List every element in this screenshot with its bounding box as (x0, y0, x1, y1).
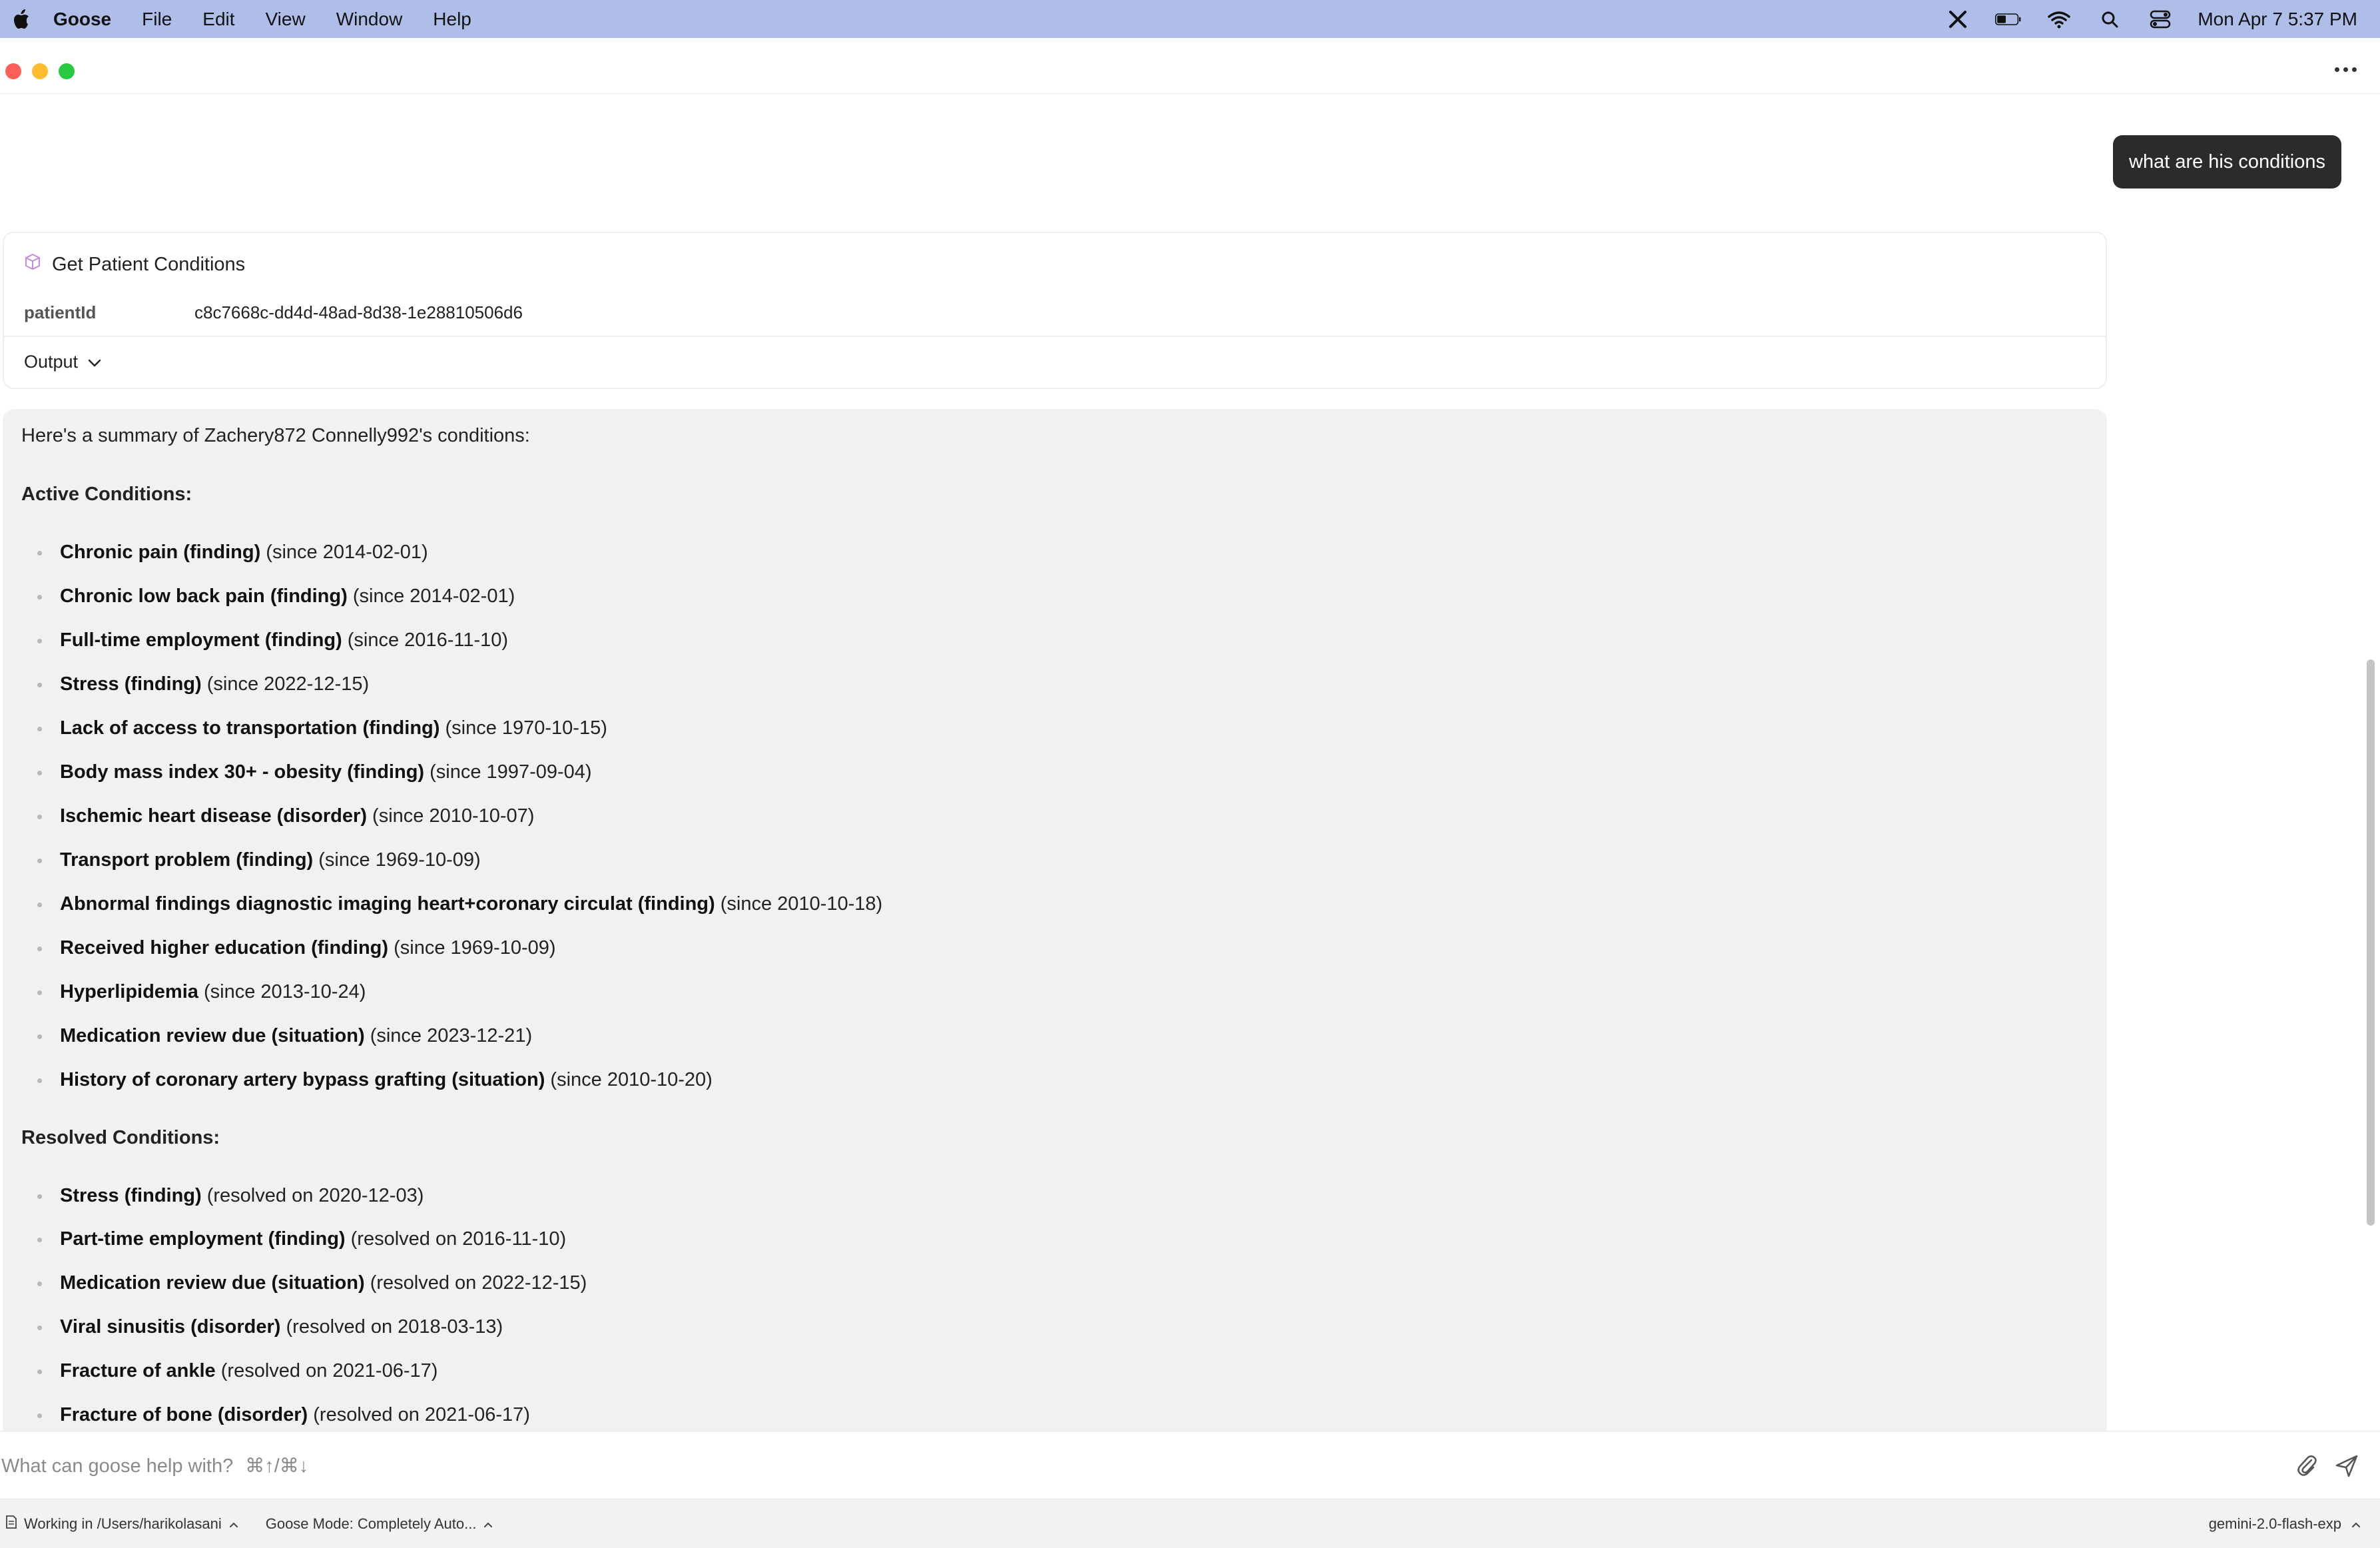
search-icon[interactable] (2096, 6, 2123, 33)
model-selector[interactable]: gemini-2.0-flash-exp (2209, 1499, 2361, 1548)
more-options-icon[interactable] (2329, 59, 2361, 79)
battery-icon[interactable] (1995, 6, 2022, 33)
menu-edit[interactable]: Edit (202, 9, 234, 30)
goose-mode-selector[interactable]: Goose Mode: Completely Auto... (266, 1515, 494, 1533)
list-item: Transport problem (finding) (since 1969-… (37, 849, 481, 871)
list-item: Chronic pain (finding) (since 2014-02-01… (37, 542, 428, 564)
send-icon[interactable] (2332, 1451, 2361, 1481)
list-item: Hyperlipidemia (since 2013-10-24) (37, 981, 366, 1003)
chevron-up-icon (228, 1515, 239, 1533)
list-item: Medication review due (situation) (resol… (37, 1272, 587, 1294)
window-titlebar (0, 38, 2380, 94)
close-window-button[interactable] (5, 63, 21, 79)
tool-divider (4, 336, 2106, 337)
chat-scrollbar[interactable] (2367, 659, 2375, 1226)
list-item: Fracture of bone (disorder) (resolved on… (37, 1404, 530, 1426)
tool-output-toggle[interactable]: Output (24, 352, 102, 372)
list-item: Abnormal findings diagnostic imaging hea… (37, 893, 882, 915)
response-intro: Here's a summary of Zachery872 Connelly9… (21, 425, 530, 446)
chevron-up-icon (483, 1515, 493, 1533)
menu-bar: Goose File Edit View Window Help Mon Apr… (0, 0, 2380, 38)
tool-param-key: patientId (24, 302, 97, 322)
list-item: Stress (finding) (since 2022-12-15) (37, 673, 369, 695)
goose-mode-label: Goose Mode: Completely Auto... (265, 1515, 477, 1532)
menu-view[interactable]: View (266, 9, 306, 30)
list-item: Body mass index 30+ - obesity (finding) … (37, 761, 592, 783)
menu-app-name[interactable]: Goose (53, 9, 111, 30)
working-directory-label: Working in /Users/harikolasani (24, 1515, 222, 1532)
list-item: Chronic low back pain (finding) (since 2… (37, 585, 515, 607)
wifi-icon[interactable] (2046, 6, 2072, 33)
list-item: Part-time employment (finding) (resolved… (37, 1228, 566, 1250)
chevron-down-icon (87, 352, 102, 372)
list-item: Medication review due (situation) (since… (37, 1025, 532, 1047)
menu-help[interactable]: Help (433, 9, 471, 30)
menu-window[interactable]: Window (336, 9, 403, 30)
chat-input-area: What can goose help with? ⌘↑/⌘↓ (0, 1431, 2380, 1499)
minimize-window-button[interactable] (32, 63, 48, 79)
tool-cube-icon (24, 253, 41, 276)
active-conditions-heading: Active Conditions: (21, 484, 192, 505)
tool-call-title: Get Patient Conditions (52, 253, 246, 275)
working-directory-selector[interactable]: Working in /Users/harikolasani (5, 1515, 239, 1533)
tool-call-card: Get Patient Conditions patientId c8c7668… (3, 232, 2107, 389)
list-item: Viral sinusitis (disorder) (resolved on … (37, 1316, 503, 1338)
assistant-response: Here's a summary of Zachery872 Connelly9… (3, 409, 2107, 1435)
list-item: Stress (finding) (resolved on 2020-12-03… (37, 1185, 424, 1207)
resolved-conditions-heading: Resolved Conditions: (21, 1127, 220, 1148)
tool-call-header: Get Patient Conditions (24, 253, 245, 276)
tool-param-row: patientId c8c7668c-dd4d-48ad-8d38-1e2881… (24, 302, 523, 323)
model-label: gemini-2.0-flash-exp (2208, 1515, 2341, 1532)
list-item: Lack of access to transportation (findin… (37, 717, 607, 739)
control-center-icon[interactable] (2147, 6, 2174, 33)
list-item: Ischemic heart disease (disorder) (since… (37, 805, 534, 827)
paperclip-icon[interactable] (2292, 1451, 2321, 1481)
apple-icon[interactable] (11, 8, 31, 31)
chat-input[interactable]: What can goose help with? ⌘↑/⌘↓ (1, 1454, 308, 1477)
status-bar: Working in /Users/harikolasani Goose Mod… (0, 1499, 2380, 1548)
menu-file[interactable]: File (142, 9, 172, 30)
tool-output-label: Output (24, 352, 79, 372)
zoom-window-button[interactable] (59, 63, 75, 79)
list-item: Full-time employment (finding) (since 20… (37, 629, 508, 651)
list-item: Received higher education (finding) (sin… (37, 937, 556, 959)
x-icon[interactable] (1944, 6, 1971, 33)
menubar-clock[interactable]: Mon Apr 7 5:37 PM (2198, 9, 2357, 30)
chat-input-placeholder: What can goose help with? (1, 1455, 234, 1477)
user-message-bubble: what are his conditions (2113, 135, 2341, 189)
list-item: History of coronary artery bypass grafti… (37, 1069, 713, 1091)
document-icon (5, 1515, 17, 1533)
list-item: Fracture of ankle (resolved on 2021-06-1… (37, 1360, 438, 1382)
chevron-up-icon (2351, 1515, 2361, 1533)
tool-param-value: c8c7668c-dd4d-48ad-8d38-1e28810506d6 (194, 302, 523, 322)
shortcut-hint: ⌘↑/⌘↓ (245, 1455, 309, 1477)
